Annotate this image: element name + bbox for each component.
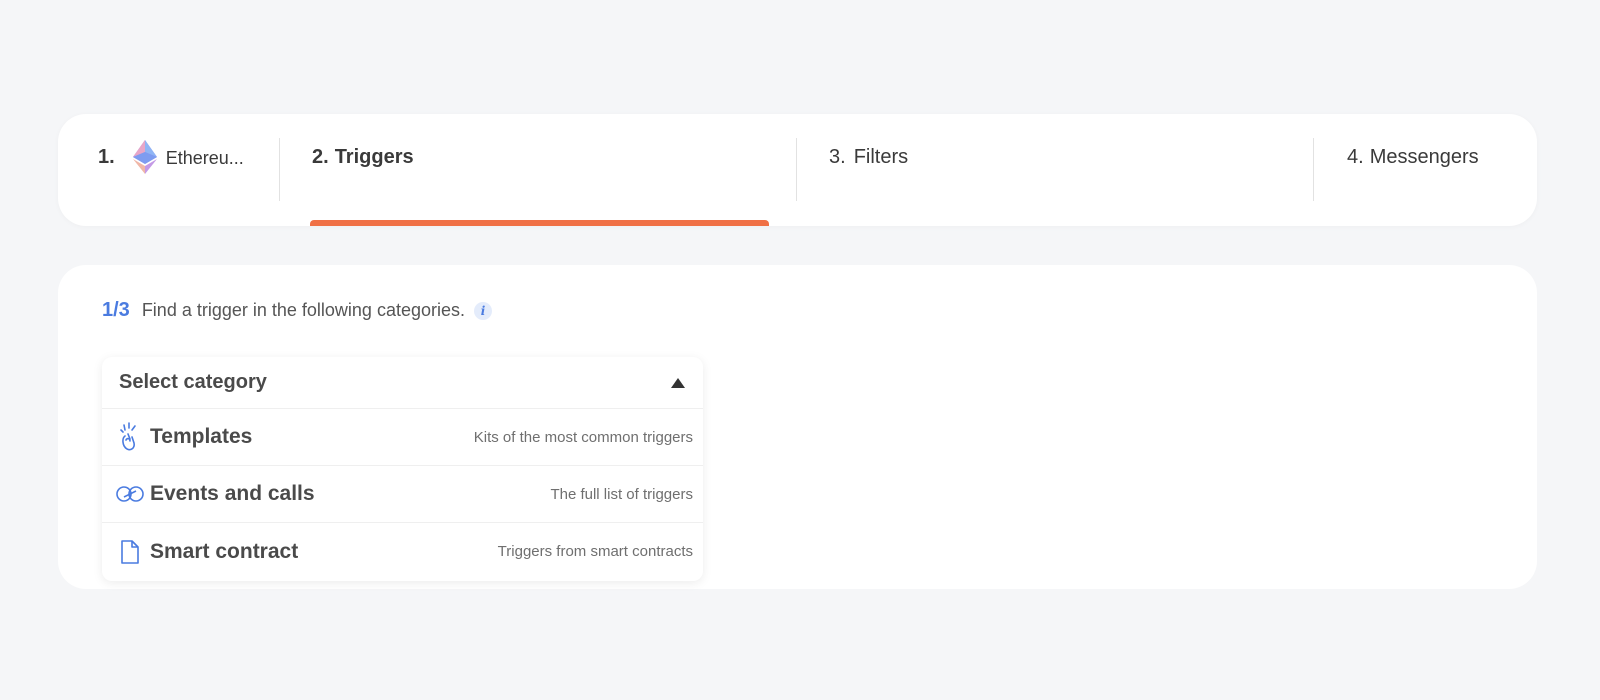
step-number: 3.	[829, 146, 846, 168]
snap-fingers-icon	[116, 422, 144, 451]
option-name: Events and calls	[150, 482, 315, 505]
option-events-and-calls[interactable]: Events and calls The full list of trigge…	[102, 466, 703, 523]
progress-count: 1/3	[102, 299, 130, 321]
trigger-panel: 1/3 Find a trigger in the following cate…	[58, 265, 1537, 589]
step-triggers[interactable]: 2. Triggers	[312, 114, 414, 226]
option-name: Smart contract	[150, 539, 299, 563]
option-templates[interactable]: Templates Kits of the most common trigge…	[102, 409, 703, 466]
progress-hint: Find a trigger in the following categori…	[141, 300, 465, 320]
select-placeholder: Select category	[119, 371, 267, 393]
caret-up-icon	[671, 377, 685, 388]
progress-line: 1/3 Find a trigger in the following cate…	[102, 299, 492, 322]
option-description: Kits of the most common triggers	[473, 428, 693, 446]
step-number: 1.	[98, 146, 115, 168]
option-description: The full list of triggers	[550, 485, 693, 503]
option-description: Triggers from smart contracts	[497, 543, 693, 560]
step-messengers[interactable]: 4. Messengers	[1347, 114, 1479, 226]
step-label: Messengers	[1369, 146, 1479, 168]
active-step-indicator	[310, 220, 769, 226]
step-filters[interactable]: 3. Filters	[829, 114, 908, 226]
step-label: Filters	[853, 146, 909, 168]
step-label: Triggers	[334, 146, 414, 168]
category-select[interactable]: Select category	[102, 357, 703, 409]
category-dropdown: Select category Templates Kits of the mo…	[102, 357, 703, 581]
option-name: Templates	[150, 425, 253, 448]
step-divider	[279, 138, 280, 201]
step-divider	[796, 138, 797, 201]
option-smart-contract[interactable]: Smart contract Triggers from smart contr…	[102, 523, 703, 580]
step-number: 4.	[1347, 146, 1364, 168]
step-label: Ethereu...	[165, 148, 244, 168]
step-navigation: 1. Ethereu... 2. Triggers 3. Filters 4. …	[58, 114, 1537, 226]
info-icon[interactable]: i	[474, 301, 492, 320]
infinity-icon	[116, 480, 144, 508]
step-divider	[1313, 138, 1314, 201]
document-icon	[116, 538, 144, 566]
step-number: 2.	[312, 146, 329, 168]
step-ethereum[interactable]: 1. Ethereu...	[98, 114, 244, 226]
ethereum-icon	[132, 140, 157, 174]
